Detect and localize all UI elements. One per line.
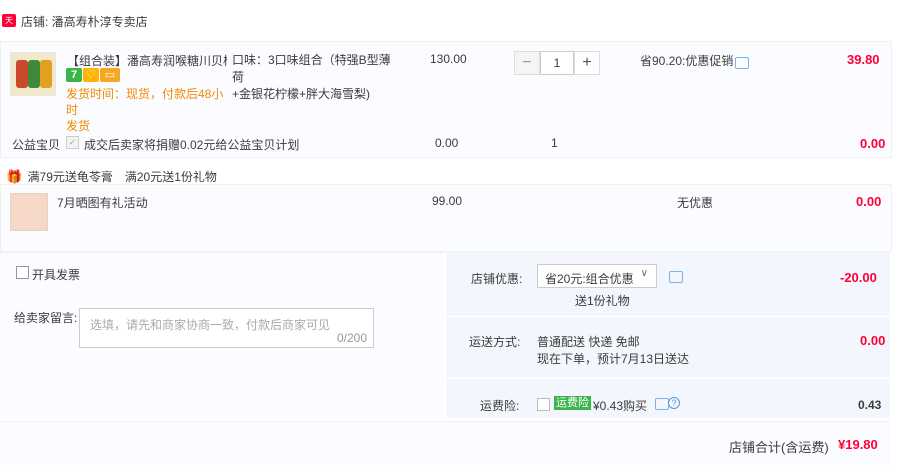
shop-total-bar: 店铺合计(含运费) ¥19.80 xyxy=(0,421,890,465)
increase-quantity-button[interactable]: + xyxy=(574,51,600,75)
product-taste: 口味：3口味组合（特强B型薄荷 +金银花柠檬+胖大海雪梨) xyxy=(232,52,392,103)
promo-line: 🎁 满79元送龟苓膏 满20元送1份礼物 xyxy=(6,168,217,185)
shipping-time-line-1: 发货时间：现货，付款后48小时 xyxy=(66,87,224,117)
unit-price: 130.00 xyxy=(430,52,467,66)
discount-info-icon[interactable] xyxy=(735,57,749,69)
gift-total: 0.00 xyxy=(856,194,882,209)
product-thumbnail[interactable] xyxy=(10,52,56,96)
shop-discount-note: 送1份礼物 xyxy=(575,294,630,308)
quantity-input[interactable]: 1 xyxy=(540,51,574,75)
shop-total-label: 店铺合计(含运费) xyxy=(729,440,829,455)
delivery-estimate: 现在下单，预计7月13日送达 xyxy=(537,352,690,366)
shipping-time: 发货时间：现货，付款后48小时 发货 xyxy=(66,86,226,134)
shop-discount-selected: 省20元:组合优惠 xyxy=(545,272,634,286)
shop-discount-select[interactable]: 省20元:组合优惠 ∨ xyxy=(537,264,657,288)
shop-total-amount: ¥19.80 xyxy=(838,437,878,452)
decrease-quantity-button[interactable]: − xyxy=(514,51,540,75)
gift-price: 99.00 xyxy=(432,194,463,208)
shop-discount-info-icon[interactable] xyxy=(669,271,683,283)
shipping-time-line-2: 发货 xyxy=(66,119,91,133)
charity-quantity: 1 xyxy=(551,136,558,150)
chevron-down-icon: ∨ xyxy=(640,268,648,279)
summary-divider xyxy=(446,316,890,317)
gift-discount: 无优惠 xyxy=(677,196,714,210)
charity-text: 成交后卖家将捐赠0.02元给公益宝贝计划 xyxy=(84,138,300,152)
insurance-chat-icon[interactable] xyxy=(655,398,669,410)
item-discount: 省90.20:优惠促销 xyxy=(640,54,734,68)
message-placeholder: 选填，请先和商家协商一致，付款后商家可见 xyxy=(90,318,331,332)
invoice-checkbox[interactable] xyxy=(16,266,29,279)
taste-line-2: +金银花柠檬+胖大海雪梨) xyxy=(232,87,371,101)
message-counter: 0/200 xyxy=(336,331,367,345)
charity-total: 0.00 xyxy=(860,136,886,151)
insurance-label: 运费险: xyxy=(480,399,520,413)
shop-name[interactable]: 店铺: 潘高寿朴淳专卖店 xyxy=(21,13,148,30)
help-icon[interactable]: ? xyxy=(668,397,680,409)
insurance-badge: 运费险 xyxy=(554,396,591,410)
shop-discount-label: 店铺优惠: xyxy=(471,272,523,286)
tmall-icon: 天猫 xyxy=(2,14,16,38)
charity-price: 0.00 xyxy=(435,136,459,150)
charity-checkbox: ✓ xyxy=(66,136,79,149)
delivery-label: 运送方式: xyxy=(469,335,521,349)
quantity-stepper: − 1 + xyxy=(514,51,600,75)
taste-line-1: 口味：3口味组合（特强B型薄荷 xyxy=(232,53,391,84)
shop-discount-amount: -20.00 xyxy=(840,270,877,285)
insurance-price: ¥0.43购买 xyxy=(593,399,648,413)
item-total: 39.80 xyxy=(847,52,880,67)
delivery-amount: 0.00 xyxy=(860,333,886,348)
seven-day-return-icon[interactable]: 7 xyxy=(66,68,82,82)
product-title[interactable]: 【组合装】潘高寿润喉糖川贝枇... xyxy=(67,52,227,69)
tmall-guarantee-icon[interactable]: ♡ xyxy=(83,68,99,82)
card-payment-icon[interactable]: ▭ xyxy=(100,68,120,82)
summary-divider xyxy=(446,378,890,379)
charity-label: 公益宝贝 xyxy=(12,138,61,152)
gift-thumbnail[interactable] xyxy=(10,193,48,231)
gift-title[interactable]: 7月晒图有礼活动 xyxy=(57,194,148,211)
message-label: 给卖家留言: xyxy=(14,311,78,325)
delivery-method: 普通配送 快递 免邮 xyxy=(537,335,640,349)
shop-header: 天猫 店铺: 潘高寿朴淳专卖店 xyxy=(0,0,901,42)
promo-text: 满79元送龟苓膏 满20元送1份礼物 xyxy=(27,170,217,184)
seller-message-field[interactable]: 选填，请先和商家协商一致，付款后商家可见 0/200 xyxy=(79,308,374,348)
insurance-checkbox[interactable] xyxy=(537,398,550,411)
gift-icon: 🎁 xyxy=(6,169,23,184)
invoice-label: 开具发票 xyxy=(32,268,81,282)
insurance-amount: 0.43 xyxy=(858,398,882,412)
